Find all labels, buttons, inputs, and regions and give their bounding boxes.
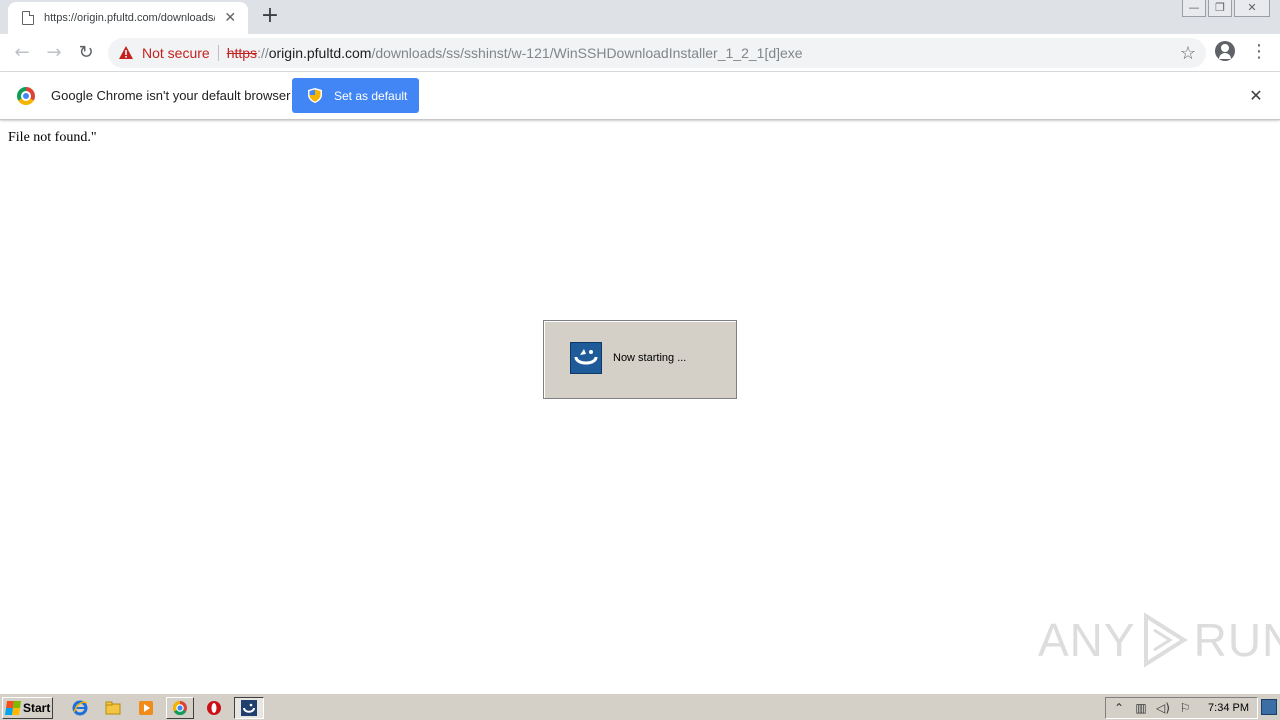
bookmark-star-icon[interactable]: ☆ — [1180, 43, 1196, 64]
warning-icon — [118, 45, 134, 61]
show-hidden-icons-icon[interactable]: ⌃ — [1110, 699, 1128, 717]
explorer-icon[interactable] — [103, 698, 123, 718]
action-center-flag-icon[interactable]: ⚐ — [1176, 699, 1194, 717]
restore-button[interactable]: ❐ — [1208, 0, 1232, 17]
url-separator: :// — [257, 45, 269, 61]
profile-avatar-icon[interactable] — [1215, 41, 1235, 61]
watermark-right: RUN — [1193, 614, 1280, 666]
infobar-close-icon[interactable]: ✕ — [1247, 86, 1265, 105]
network-icon[interactable]: ▥ — [1132, 699, 1150, 717]
url-scheme: https — [226, 45, 258, 61]
clock[interactable]: 7:34 PM — [1208, 702, 1249, 714]
start-label: Start — [23, 701, 51, 715]
window-controls: — ❐ ✕ — [1180, 0, 1270, 18]
browser-toolbar: ← → ↻ Not secure https://origin.pfultd.c… — [0, 34, 1280, 72]
infobar-message: Google Chrome isn't your default browser — [51, 88, 291, 103]
anyrun-watermark: ANY RUN — [1038, 612, 1280, 668]
browser-tab[interactable]: https://origin.pfultd.com/downloads/ss/s… — [8, 2, 248, 34]
url-path: /downloads/ss/sshinst/w-121/WinSSHDownlo… — [371, 45, 803, 61]
chrome-logo-icon — [17, 87, 35, 105]
windows-logo-icon — [5, 701, 21, 715]
separator — [217, 45, 219, 61]
reload-button[interactable]: ↻ — [74, 41, 98, 65]
starting-dialog: Now starting ... — [543, 320, 737, 399]
menu-dots-icon[interactable]: ⋮ — [1250, 41, 1268, 65]
taskbar: Start ⌃ ▥ ◁) ⚐ 7:34 PM — [0, 693, 1280, 720]
set-as-default-label: Set as default — [334, 88, 408, 103]
security-label[interactable]: Not secure — [142, 45, 210, 61]
default-browser-infobar: Google Chrome isn't your default browser… — [0, 72, 1280, 120]
page-icon — [22, 11, 34, 25]
winssh-app-icon — [570, 342, 602, 374]
url-host: origin.pfultd.com — [268, 45, 372, 61]
tab-close-icon[interactable]: ✕ — [223, 10, 239, 26]
shield-icon — [308, 88, 322, 103]
media-player-icon[interactable] — [136, 698, 156, 718]
set-as-default-button[interactable]: Set as default — [292, 78, 419, 113]
system-tray: ⌃ ▥ ◁) ⚐ 7:34 PM — [1105, 697, 1258, 719]
tab-strip: https://origin.pfultd.com/downloads/ss/s… — [0, 0, 1280, 34]
back-button[interactable]: ← — [10, 41, 34, 65]
address-bar[interactable]: Not secure https://origin.pfultd.com/dow… — [108, 38, 1206, 68]
show-desktop-icon[interactable] — [1261, 699, 1277, 715]
close-window-button[interactable]: ✕ — [1234, 0, 1270, 17]
opera-icon[interactable] — [204, 698, 224, 718]
minimize-button[interactable]: — — [1182, 0, 1206, 17]
watermark-left: ANY — [1038, 614, 1136, 666]
start-button[interactable]: Start — [2, 697, 53, 719]
forward-button[interactable]: → — [42, 41, 66, 65]
play-logo-icon — [1140, 612, 1190, 668]
page-body-text: File not found." — [8, 130, 97, 145]
dialog-message: Now starting ... — [613, 352, 687, 364]
winssh-icon[interactable] — [234, 697, 264, 719]
ie-icon[interactable] — [70, 698, 90, 718]
volume-icon[interactable]: ◁) — [1154, 699, 1172, 717]
new-tab-button[interactable]: + — [258, 5, 282, 29]
chrome-icon[interactable] — [166, 697, 194, 719]
tab-title: https://origin.pfultd.com/downloads/ss/s… — [44, 12, 215, 24]
